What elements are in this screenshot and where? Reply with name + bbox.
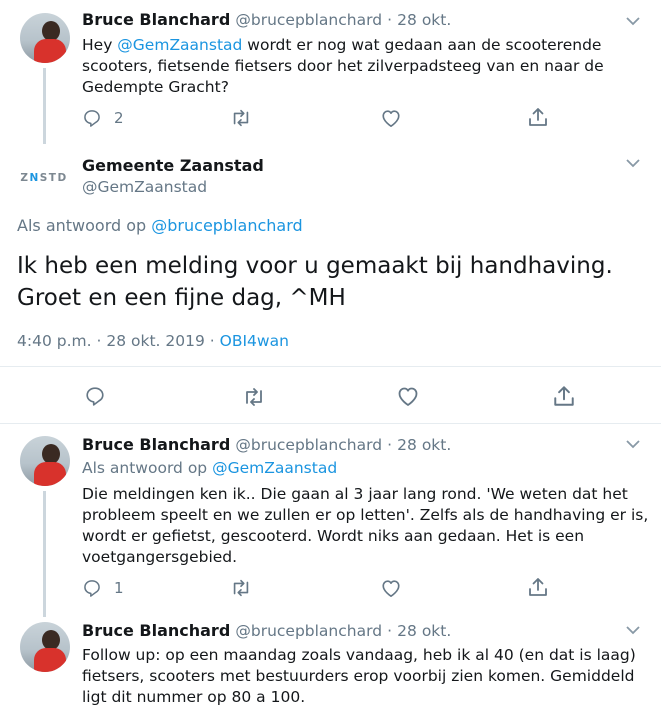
chevron-down-icon[interactable]	[626, 625, 640, 635]
reply-to: Als antwoord op @brucepblanchard	[17, 216, 303, 235]
author-handle[interactable]: @brucepblanchard	[235, 622, 382, 640]
tweet-metadata: 4:40 p.m. · 28 okt. 2019 · OBI4wan	[17, 332, 289, 350]
share-icon[interactable]	[553, 384, 575, 408]
author-handle[interactable]: @brucepblanchard	[235, 11, 382, 29]
avatar[interactable]	[20, 13, 70, 63]
tweet-date[interactable]: 28 okt.	[397, 11, 451, 29]
author-handle[interactable]: @GemZaanstad	[82, 178, 207, 196]
reply-to: Als antwoord op @GemZaanstad	[82, 459, 338, 477]
logo-text: STD	[39, 172, 68, 184]
reply-to-link[interactable]: @brucepblanchard	[151, 216, 302, 235]
author-name[interactable]: Bruce Blanchard	[82, 621, 230, 640]
tweet-text: Hey @GemZaanstad wordt er nog wat gedaan…	[82, 36, 604, 96]
avatar[interactable]	[20, 436, 70, 486]
tweet-text-large: Ik heb een melding voor u gemaakt bij ha…	[17, 253, 613, 311]
avatar[interactable]: Z N STD	[16, 150, 72, 206]
avatar[interactable]	[20, 622, 70, 672]
chevron-down-icon[interactable]	[626, 439, 640, 449]
reply-button[interactable]: 2	[82, 108, 124, 128]
reply-icon[interactable]	[84, 385, 106, 407]
author-name[interactable]: Gemeente Zaanstad	[82, 156, 264, 175]
chevron-down-icon[interactable]	[626, 158, 640, 168]
heart-icon[interactable]	[396, 385, 420, 407]
reply-count: 2	[114, 109, 124, 127]
heart-icon[interactable]	[380, 108, 402, 128]
tweet-time[interactable]: 4:40 p.m.	[17, 332, 92, 350]
tweet-text: Follow up: op een maandag zoals vandaag,…	[82, 646, 636, 706]
tweet-header: Bruce Blanchard @brucepblanchard · 28 ok…	[82, 435, 451, 454]
author-handle[interactable]: @brucepblanchard	[235, 436, 382, 454]
divider	[0, 423, 661, 424]
share-icon[interactable]	[528, 106, 548, 128]
logo-text: Z	[20, 172, 30, 184]
retweet-icon[interactable]	[230, 578, 252, 598]
tweet-date[interactable]: 28 okt.	[397, 622, 451, 640]
thread-line	[43, 68, 46, 144]
author-name[interactable]: Bruce Blanchard	[82, 435, 230, 454]
reply-to-link[interactable]: @GemZaanstad	[212, 459, 337, 477]
heart-icon[interactable]	[380, 578, 402, 598]
mention-link[interactable]: @GemZaanstad	[117, 36, 242, 54]
divider	[0, 366, 661, 367]
author-name[interactable]: Bruce Blanchard	[82, 10, 230, 29]
chevron-down-icon[interactable]	[626, 16, 640, 26]
thread-line	[43, 491, 46, 617]
tweet-source[interactable]: OBI4wan	[220, 332, 289, 350]
reply-icon	[84, 110, 100, 127]
reply-button[interactable]: 1	[82, 578, 124, 598]
share-icon[interactable]	[528, 576, 548, 598]
logo-text: N	[29, 172, 40, 184]
separator: ·	[387, 11, 393, 29]
retweet-icon[interactable]	[230, 108, 252, 128]
retweet-icon[interactable]	[242, 386, 266, 408]
tweet-date[interactable]: 28 okt.	[397, 436, 451, 454]
reply-icon	[84, 580, 100, 597]
reply-count: 1	[114, 579, 124, 597]
separator: ·	[387, 622, 393, 640]
tweet-text: Die meldingen ken ik.. Die gaan al 3 jaa…	[82, 485, 649, 566]
tweet-header: Bruce Blanchard @brucepblanchard · 28 ok…	[82, 10, 451, 29]
tweet-date[interactable]: 28 okt. 2019	[106, 332, 205, 350]
tweet-header: Bruce Blanchard @brucepblanchard · 28 ok…	[82, 621, 451, 640]
separator: ·	[387, 436, 393, 454]
